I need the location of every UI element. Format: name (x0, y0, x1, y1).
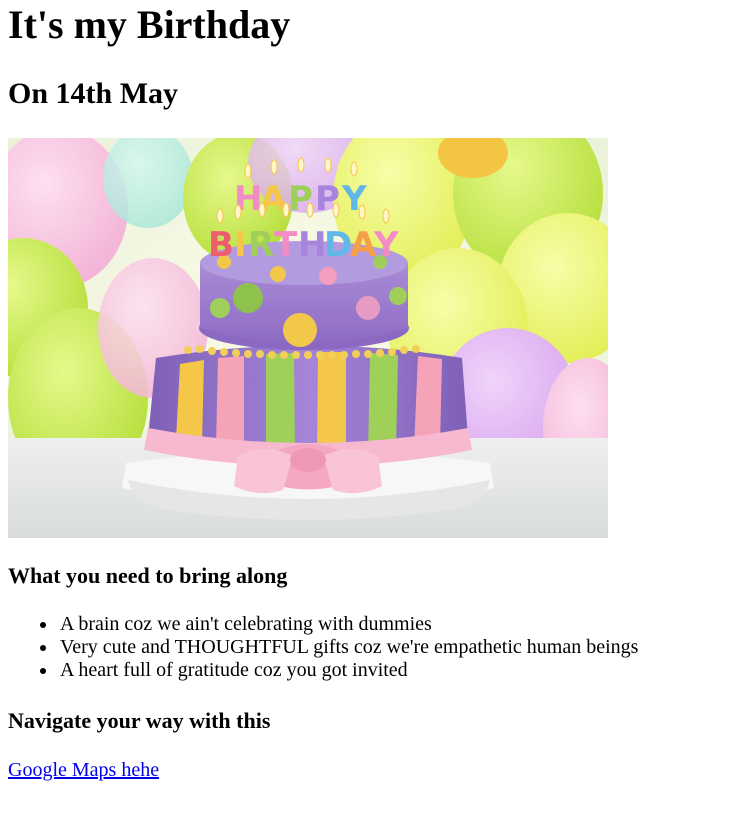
bring-list: A brain coz we ain't celebrating with du… (8, 613, 638, 682)
svg-text:I: I (234, 225, 247, 265)
birthday-cake-image: H A P P Y B I R T H D A Y (8, 138, 608, 538)
page-subtitle: On 14th May (8, 77, 179, 110)
google-maps-link[interactable]: Google Maps hehe (8, 758, 159, 782)
list-item: A brain coz we ain't celebrating with du… (39, 613, 638, 636)
svg-text:A: A (350, 225, 377, 265)
page-title: It's my Birthday (8, 2, 291, 47)
list-item: Very cute and THOUGHTFUL gifts coz we're… (39, 636, 639, 658)
navigate-heading: Navigate your way with this (8, 708, 271, 733)
svg-text:B: B (208, 225, 234, 265)
svg-text:D: D (324, 225, 352, 265)
svg-text:Y: Y (373, 225, 399, 265)
bring-heading: What you need to bring along (8, 563, 288, 588)
list-item: A heart full of gratitude coz you got in… (39, 659, 638, 682)
svg-text:R: R (248, 225, 274, 265)
svg-text:T: T (274, 225, 298, 265)
svg-text:H: H (298, 225, 326, 265)
